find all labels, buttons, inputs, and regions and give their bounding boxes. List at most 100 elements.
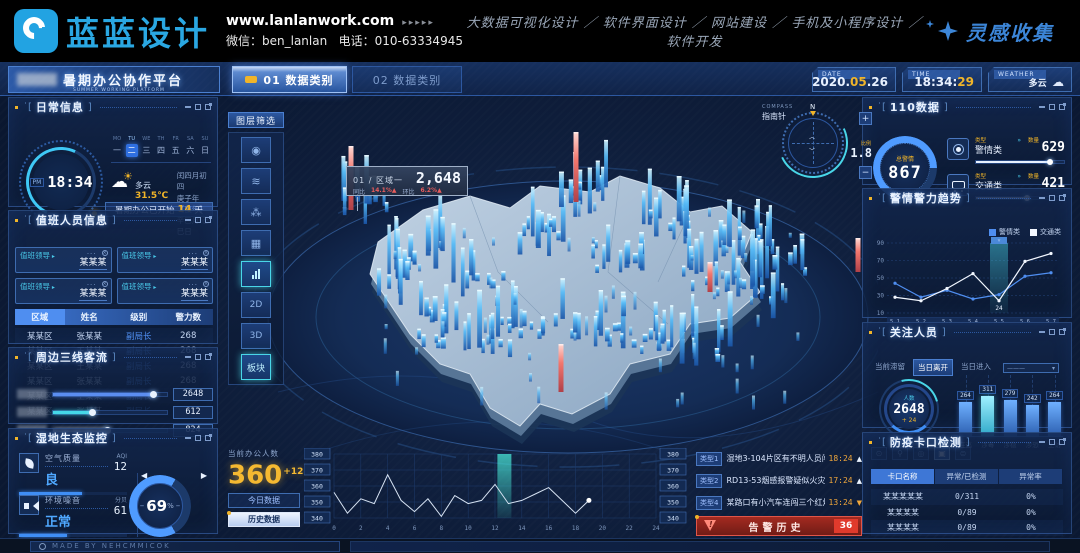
minimize-icon xyxy=(1039,331,1045,333)
gauge-right-arrow[interactable]: ▶ xyxy=(201,471,207,480)
noise-metric: 环境噪音 正常 分贝61 xyxy=(19,495,127,537)
focus-tab[interactable]: 当日进入 xyxy=(957,359,995,376)
zoom-in-button[interactable]: + xyxy=(859,112,872,125)
window-controls[interactable] xyxy=(185,435,211,441)
camera-icon[interactable]: ◉ xyxy=(241,137,271,163)
duty-leader-card[interactable]: 值班领导 ▸···×某某某 xyxy=(117,278,214,304)
chevron-up-icon[interactable]: ︿ xyxy=(809,132,815,141)
svg-text:24: 24 xyxy=(652,525,660,532)
tab-data-category-2[interactable]: 02 数据类别 xyxy=(352,66,462,93)
window-controls[interactable] xyxy=(185,354,211,360)
weekday-th[interactable]: TH四 xyxy=(155,136,167,157)
expand-icon xyxy=(1059,104,1065,110)
leaf-icon xyxy=(19,453,39,473)
svg-text:4: 4 xyxy=(386,525,390,532)
alert-type-tag: 类型4 xyxy=(696,496,722,510)
weekday-su[interactable]: SU日 xyxy=(199,136,211,157)
focus-tab[interactable]: 当前滞留 xyxy=(871,359,909,376)
checkpoint-row[interactable]: 某某某某某0/3110% xyxy=(871,489,1063,505)
weekday-we[interactable]: WE三 xyxy=(140,136,152,157)
focus-gauge: 人数2648+ 24 xyxy=(879,379,939,439)
svg-text:360: 360 xyxy=(667,483,679,491)
arrows-decoration: ▸▸▸▸▸ xyxy=(402,18,435,28)
alert-row[interactable]: 类型2RD13-53烟感报警疑似火灾17:24▲ xyxy=(696,472,862,489)
zoom-out-button[interactable]: − xyxy=(859,166,872,179)
alert-history-banner[interactable]: ! 告警历史 36 xyxy=(696,516,862,536)
bar-column: 279 xyxy=(1002,375,1019,436)
alert-row[interactable]: 类型1湿地3-104片区有不明人员闯入18:24▲ xyxy=(696,450,862,467)
svg-text:370: 370 xyxy=(311,467,323,475)
maximize-icon xyxy=(1049,439,1055,445)
mode-3d[interactable]: 3D xyxy=(241,323,271,349)
chevron-down-icon[interactable]: ﹀ xyxy=(809,146,815,155)
maximize-icon xyxy=(195,217,201,223)
duty-leader-card[interactable]: 值班领导 ▸···×某某某 xyxy=(15,278,112,304)
signal-icon[interactable]: ≋ xyxy=(241,168,271,194)
window-controls[interactable] xyxy=(1039,104,1065,110)
redacted-logo xyxy=(17,73,57,86)
focus-delta: + 24 xyxy=(902,417,917,424)
alert-text: 某路口有小汽车连闯三个红灯 xyxy=(726,497,824,508)
bar-column: 264 xyxy=(957,375,974,436)
building-icon[interactable]: ▦ xyxy=(241,230,271,256)
bar[interactable] xyxy=(1004,400,1017,436)
brand-url[interactable]: www.lanlanwork.com xyxy=(226,13,394,29)
duty-leader-card[interactable]: 值班领导 ▸···×某某某 xyxy=(15,247,112,273)
mode-2d[interactable]: 2D xyxy=(241,292,271,318)
inspiration-collect[interactable]: 灵感收集 xyxy=(926,17,1054,46)
tab-data-category-1[interactable]: 01 数据类别 xyxy=(232,66,347,93)
clock-time: 18:34 xyxy=(47,173,92,191)
bar[interactable] xyxy=(959,402,972,436)
focus-dropdown[interactable]: ———▾ xyxy=(1003,363,1059,373)
gear-icon xyxy=(39,543,46,550)
panel-eco-monitor: ˙[湿地生态监控] 空气质量 良 AQI12 xyxy=(8,428,218,534)
chart-icon[interactable] xyxy=(241,261,271,287)
panel-title: 110数据 xyxy=(890,99,940,115)
history-data-button[interactable]: 历史数据 xyxy=(228,512,300,527)
checkpoint-detected: 0/89 xyxy=(935,508,999,517)
scale-value: 1.8 xyxy=(850,146,872,160)
window-controls[interactable] xyxy=(1039,439,1065,445)
svg-text:380: 380 xyxy=(667,451,679,459)
compass-widget: COMPASS 指南针 N ︿ ﹀ + 比例 1.8 − xyxy=(760,104,872,200)
weekday-tu[interactable]: TU二 xyxy=(126,136,138,157)
redacted-label xyxy=(17,389,47,399)
duty-leader-card[interactable]: 值班领导 ▸···×某某某 xyxy=(117,247,214,273)
checkpoint-header[interactable]: 卡口名称 xyxy=(871,469,935,484)
svg-text:˅: ˅ xyxy=(998,238,1001,244)
people-icon[interactable]: ⁂ xyxy=(241,199,271,225)
office-count-label: 当前办公人数 xyxy=(228,448,302,459)
alert-row[interactable]: 类型4某路口有小汽车连闯三个红灯13:24▼ xyxy=(696,494,862,511)
checkpoint-row[interactable]: 某某某某0/890% xyxy=(871,520,1063,536)
svg-text:30: 30 xyxy=(877,293,885,300)
checkpoint-name: 某某某某 xyxy=(871,522,935,533)
svg-text:2: 2 xyxy=(359,525,363,532)
today-data-button[interactable]: 今日数据 xyxy=(228,493,300,508)
weekday-mo[interactable]: MO一 xyxy=(111,136,123,157)
window-controls[interactable] xyxy=(1039,195,1065,201)
flow-track[interactable] xyxy=(52,410,168,415)
compass-north-marker xyxy=(810,111,816,119)
bar[interactable] xyxy=(981,396,994,436)
window-controls[interactable] xyxy=(185,104,211,110)
svg-text:8: 8 xyxy=(440,525,444,532)
checkpoint-row[interactable]: 某某某某0/890% xyxy=(871,505,1063,521)
window-controls[interactable] xyxy=(1039,329,1065,335)
services-list: 大数据可视化设计 ／ 软件界面设计 ／ 网站建设 ／ 手机及小程序设计 ／ 软件… xyxy=(463,12,926,50)
svg-text:24: 24 xyxy=(995,305,1003,312)
weekday-fr[interactable]: FR五 xyxy=(170,136,182,157)
brand-wechat: 微信：ben_lanlan xyxy=(226,34,327,48)
flow-track[interactable] xyxy=(52,392,168,397)
compass-north: N xyxy=(810,103,815,111)
window-controls[interactable] xyxy=(185,217,211,223)
alert-list: 类型1湿地3-104片区有不明人员闯入18:24▲ 类型2RD13-53烟感报警疑… xyxy=(696,450,862,536)
weekday-sa[interactable]: SA六 xyxy=(184,136,196,157)
mode-block[interactable]: 板块 xyxy=(241,354,271,380)
table-row[interactable]: 某某区张某某副局长268 xyxy=(15,328,213,343)
bar[interactable] xyxy=(1048,402,1061,436)
collect-label: 灵感收集 xyxy=(966,17,1054,46)
brand-contact: www.lanlanwork.com▸▸▸▸▸ 微信：ben_lanlan 电话… xyxy=(226,13,463,49)
checkpoint-header: 异常率 xyxy=(999,469,1063,484)
focus-tab[interactable]: 当日离开 xyxy=(913,359,953,376)
panel-alarm-trend: ˙[警情警力趋势] 警情类交通类 9070503010˅245.15.25.35… xyxy=(862,188,1072,318)
